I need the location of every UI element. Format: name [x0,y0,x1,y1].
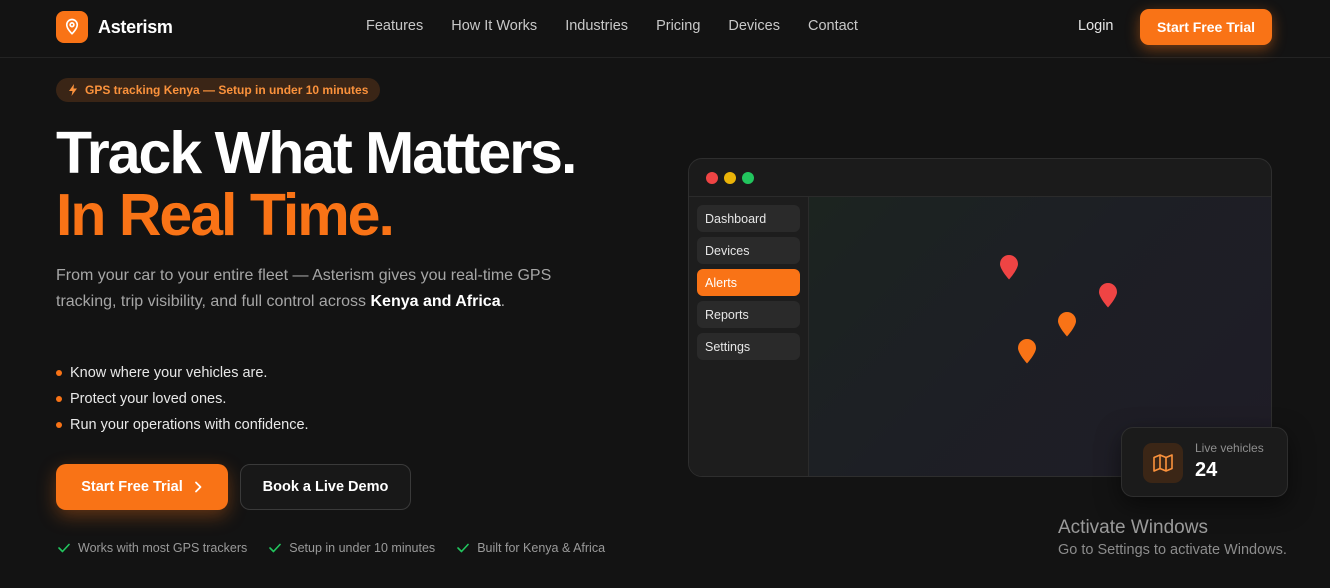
location-pin-icon [56,11,88,43]
map-pin-icon[interactable] [999,255,1019,280]
bullet-text: Know where your vehicles are. [70,365,268,381]
activate-windows-title: Activate Windows [1058,517,1208,538]
hero-lead-end: . [500,293,506,310]
trust-text: Works with most GPS trackers [78,541,248,555]
live-vehicles-card: Live vehicles 24 [1121,427,1288,497]
nav-link-industries[interactable]: Industries [565,18,628,34]
sidebar-item-dashboard[interactable]: Dashboard [697,205,800,232]
book-demo-button[interactable]: Book a Live Demo [240,464,411,510]
trust-text: Setup in under 10 minutes [289,541,436,555]
bullet-dot [56,396,62,402]
brand-logo[interactable]: Asterism [56,11,173,43]
trust-text: Built for Kenya & Africa [477,541,606,555]
check-icon [58,543,70,553]
check-icon [269,543,282,553]
login-link[interactable]: Login [1078,18,1113,34]
bullet-text: Protect your loved ones. [70,391,227,407]
chevron-right-icon [194,481,202,493]
hero-badge-text: GPS tracking Kenya — Setup in under 10 m… [85,83,369,97]
nav-link-contact[interactable]: Contact [808,18,858,34]
brand-name: Asterism [98,16,173,37]
mockup-sidebar: Dashboard Devices Alerts Reports Setting… [689,197,809,476]
hero-badge: GPS tracking Kenya — Setup in under 10 m… [56,78,381,102]
bullet-dot [56,370,62,376]
map-pin-icon[interactable] [1098,283,1118,308]
window-close-dot [706,171,718,184]
list-item: Run your operations with confidence. [56,412,309,438]
trust-item: Setup in under 10 minutes [269,541,435,555]
nav-start-trial-button[interactable]: Start Free Trial [1140,9,1272,45]
trust-item: Works with most GPS trackers [58,541,247,555]
hero-lead: From your car to your entire fleet — Ast… [56,263,556,315]
hero-title-line-2: In Real Time. [56,182,395,248]
trust-item: Built for Kenya & Africa [457,541,605,555]
window-maximize-dot [742,171,754,184]
bullet-dot [56,422,62,428]
start-free-trial-label: Start Free Trial [81,479,183,495]
list-item: Protect your loved ones. [56,386,309,412]
map-pin-icon[interactable] [1057,312,1077,337]
sidebar-item-devices[interactable]: Devices [697,237,800,264]
hero-lead-highlight: Kenya and Africa [370,293,501,310]
nav-link-features[interactable]: Features [366,18,423,34]
window-minimize-dot [724,171,736,184]
nav-link-pricing[interactable]: Pricing [656,18,700,34]
hero-title-line-1: Track What Matters. [56,120,577,186]
check-icon [457,543,469,553]
bullet-text: Run your operations with confidence. [70,417,309,433]
window-titlebar [689,159,1271,197]
list-item: Know where your vehicles are. [56,360,309,386]
nav-link-how-it-works[interactable]: How It Works [451,18,537,34]
sidebar-item-reports[interactable]: Reports [697,301,800,328]
live-vehicles-count: 24 [1195,459,1218,481]
activate-windows-subtitle: Go to Settings to activate Windows. [1058,542,1287,558]
nav-link-devices[interactable]: Devices [728,18,780,34]
lightning-icon [69,84,77,96]
map-icon [1143,443,1183,483]
trust-row: Works with most GPS trackers Setup in un… [58,541,605,555]
hero-bullets: Know where your vehicles are. Protect yo… [56,360,309,438]
sidebar-item-settings[interactable]: Settings [697,333,800,360]
sidebar-item-alerts[interactable]: Alerts [697,269,800,296]
top-nav: Asterism Features How It Works Industrie… [0,0,1330,58]
nav-links: Features How It Works Industries Pricing… [366,18,858,34]
live-vehicles-label: Live vehicles [1195,441,1264,455]
map-pin-icon[interactable] [1017,339,1037,364]
start-free-trial-button[interactable]: Start Free Trial [56,464,228,510]
